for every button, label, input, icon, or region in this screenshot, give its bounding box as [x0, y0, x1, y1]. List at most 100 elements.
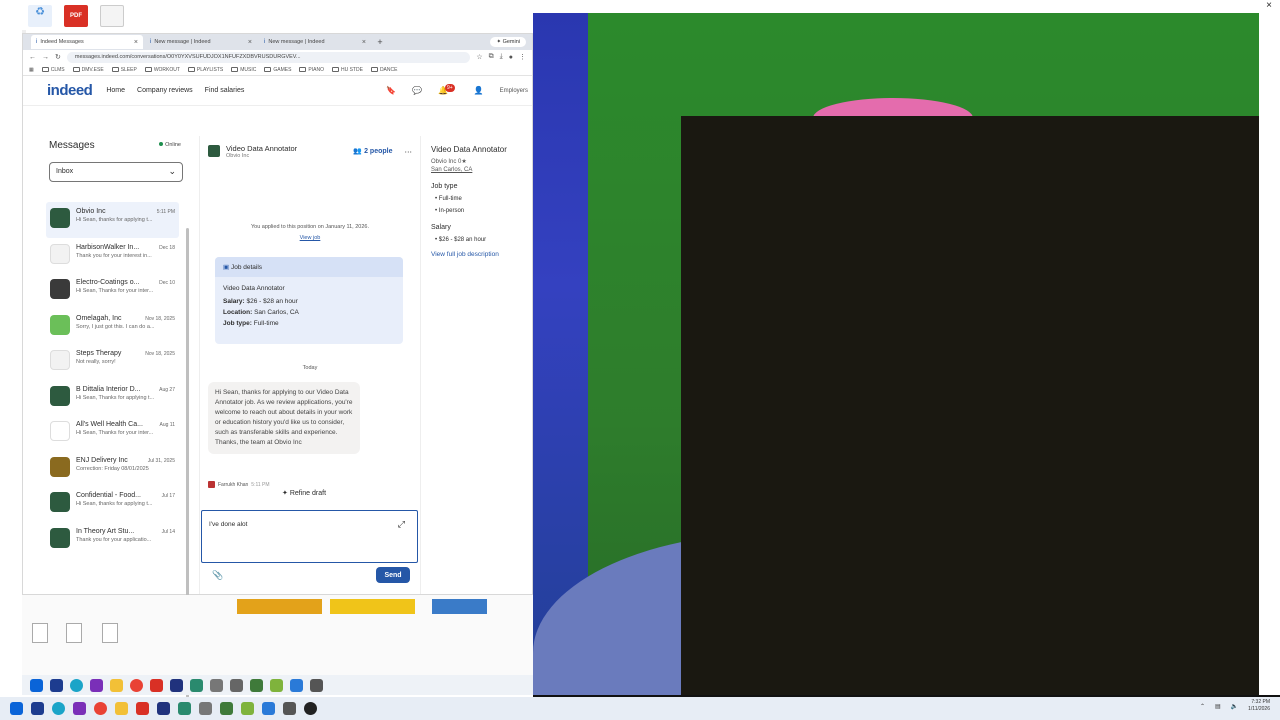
profile-icon[interactable]: ●: [509, 54, 513, 61]
extensions-icon[interactable]: ⧉: [489, 53, 494, 61]
pdf-icon[interactable]: PDF: [64, 5, 88, 27]
folder-icon[interactable]: [110, 678, 123, 692]
job-summary-location[interactable]: San Carlos, CA: [431, 167, 534, 173]
app-icon[interactable]: [170, 678, 183, 692]
close-icon[interactable]: ×: [1266, 0, 1272, 11]
file-icon[interactable]: [66, 623, 82, 643]
bookmark-folder[interactable]: DANCE: [370, 67, 397, 73]
conversation-item[interactable]: ENJ Delivery Inc Correction: Friday 08/01…: [46, 451, 179, 487]
file-icon[interactable]: [102, 623, 118, 643]
conversation-item[interactable]: Omelagah, Inc Sorry, I just got this. I c…: [46, 309, 179, 345]
attach-icon[interactable]: 📎: [212, 570, 223, 581]
tab-new-message-1[interactable]: i New message | Indeed ×: [145, 35, 257, 49]
message-input[interactable]: I've done alot ⤢: [201, 510, 418, 563]
bookmark-folder[interactable]: MUSIC: [231, 67, 256, 73]
close-tab-icon[interactable]: ×: [248, 39, 252, 46]
full-description-link[interactable]: View full job description: [431, 251, 534, 258]
more-options-icon[interactable]: ⋯: [405, 147, 413, 156]
download-icon[interactable]: ⤓: [500, 53, 503, 61]
nav-find-salaries[interactable]: Find salaries: [205, 87, 245, 94]
app-icon[interactable]: [262, 702, 275, 715]
apps-icon[interactable]: ▦: [29, 67, 34, 73]
chevron-up-icon[interactable]: ⌃: [1200, 703, 1205, 710]
expand-icon[interactable]: ⤢: [398, 519, 405, 530]
edge-icon[interactable]: [70, 678, 83, 692]
indeed-logo[interactable]: indeed: [47, 82, 93, 99]
conversation-item[interactable]: Obvio Inc Hi Sean, thanks for applying t.…: [46, 202, 179, 238]
app-icon[interactable]: [250, 678, 263, 692]
forward-icon[interactable]: →: [42, 54, 49, 61]
recycle-bin-icon[interactable]: ♻: [28, 5, 52, 27]
network-icon[interactable]: ▤: [1215, 703, 1221, 710]
app-icon[interactable]: [270, 678, 283, 692]
conversation-item[interactable]: In Theory Art Stu... Thank you for your a…: [46, 522, 179, 558]
conversation-item[interactable]: Steps Therapy Not really, sorry! Nov 18, 2…: [46, 344, 179, 380]
employers-link[interactable]: Employers: [500, 88, 528, 94]
app-icon[interactable]: [210, 678, 223, 692]
start-icon[interactable]: [10, 702, 23, 715]
nav-home[interactable]: Home: [106, 87, 125, 94]
bookmark-folder[interactable]: DMV.ESE: [72, 67, 104, 73]
account-icon[interactable]: 👤: [474, 86, 484, 95]
bookmark-folder[interactable]: PLAYLISTS: [187, 67, 223, 73]
app-icon[interactable]: [178, 702, 191, 715]
app-icon[interactable]: [73, 702, 86, 715]
people-button[interactable]: 👥 2 people: [353, 147, 392, 155]
menu-icon[interactable]: ⋮: [519, 53, 526, 61]
nav-company-reviews[interactable]: Company reviews: [137, 87, 193, 94]
gemini-button[interactable]: ✦ Gemini: [490, 37, 526, 47]
app-icon[interactable]: [310, 678, 323, 692]
volume-icon[interactable]: 🔈: [1231, 703, 1238, 710]
conversation-item[interactable]: HarbisonWalker In... Thank you for your i…: [46, 238, 179, 274]
address-bar[interactable]: messages.indeed.com/conversations/O0Y0YX…: [66, 51, 471, 63]
document-icon[interactable]: [100, 5, 124, 27]
conversation-item[interactable]: B Dittalia Interior D... Hi Sean, Thanks …: [46, 380, 179, 416]
chrome-icon[interactable]: [130, 678, 143, 692]
tab-new-message-2[interactable]: i New message | Indeed ×: [259, 35, 371, 49]
online-status[interactable]: Online: [159, 142, 181, 148]
new-tab-button[interactable]: +: [373, 37, 387, 47]
view-job-link[interactable]: View job: [300, 235, 321, 241]
inbox-select[interactable]: Inbox ⌄: [49, 162, 183, 182]
conversation-item[interactable]: Electro-Coatings o... Hi Sean, Thanks for…: [46, 273, 179, 309]
file-icon[interactable]: [32, 623, 48, 643]
bookmark-star-icon[interactable]: ☆: [476, 53, 482, 61]
close-tab-icon[interactable]: ×: [362, 39, 366, 46]
edge-icon[interactable]: [52, 702, 65, 715]
app-icon[interactable]: [50, 678, 63, 692]
app-icon[interactable]: [190, 678, 203, 692]
bookmark-folder[interactable]: HU STDE: [331, 67, 363, 73]
reload-icon[interactable]: ↻: [55, 53, 61, 61]
app-icon[interactable]: [136, 702, 149, 715]
bookmark-folder[interactable]: SLEEP: [111, 67, 137, 73]
start-icon[interactable]: [30, 678, 43, 692]
app-icon[interactable]: [157, 702, 170, 715]
folder-icon[interactable]: [115, 702, 128, 715]
saved-jobs-icon[interactable]: 🔖: [386, 86, 396, 95]
bookmark-folder[interactable]: WORKOUT: [144, 67, 180, 73]
app-icon[interactable]: [290, 678, 303, 692]
messages-icon[interactable]: 💬: [412, 86, 422, 95]
refine-draft-button[interactable]: ✦ Refine draft: [282, 489, 326, 497]
bookmark-folder[interactable]: PIANO: [299, 67, 324, 73]
back-icon[interactable]: ←: [29, 54, 36, 61]
send-button[interactable]: Send: [376, 567, 410, 583]
conversation-item[interactable]: All's Well Health Ca... Hi Sean, Thanks f…: [46, 415, 179, 451]
tab-indeed-messages[interactable]: i Indeed Messages ×: [31, 35, 143, 49]
app-icon[interactable]: [220, 702, 233, 715]
app-icon[interactable]: [199, 702, 212, 715]
notifications-icon[interactable]: 🔔9+: [438, 84, 458, 95]
app-icon[interactable]: [31, 702, 44, 715]
close-tab-icon[interactable]: ×: [134, 39, 138, 46]
app-icon[interactable]: [230, 678, 243, 692]
clock[interactable]: 7:32 PM 1/11/2026: [1248, 699, 1270, 713]
app-icon[interactable]: [150, 678, 163, 692]
media-player-icon[interactable]: [304, 702, 317, 715]
conversation-item[interactable]: Confidential - Food... Hi Sean, thanks fo…: [46, 486, 179, 522]
app-icon[interactable]: [90, 678, 103, 692]
bookmark-folder[interactable]: GAMES: [264, 67, 291, 73]
bookmark-folder[interactable]: CLMS: [41, 67, 65, 73]
chrome-icon[interactable]: [94, 702, 107, 715]
app-icon[interactable]: [241, 702, 254, 715]
job-summary-company[interactable]: Obvio Inc 0★: [431, 158, 534, 165]
